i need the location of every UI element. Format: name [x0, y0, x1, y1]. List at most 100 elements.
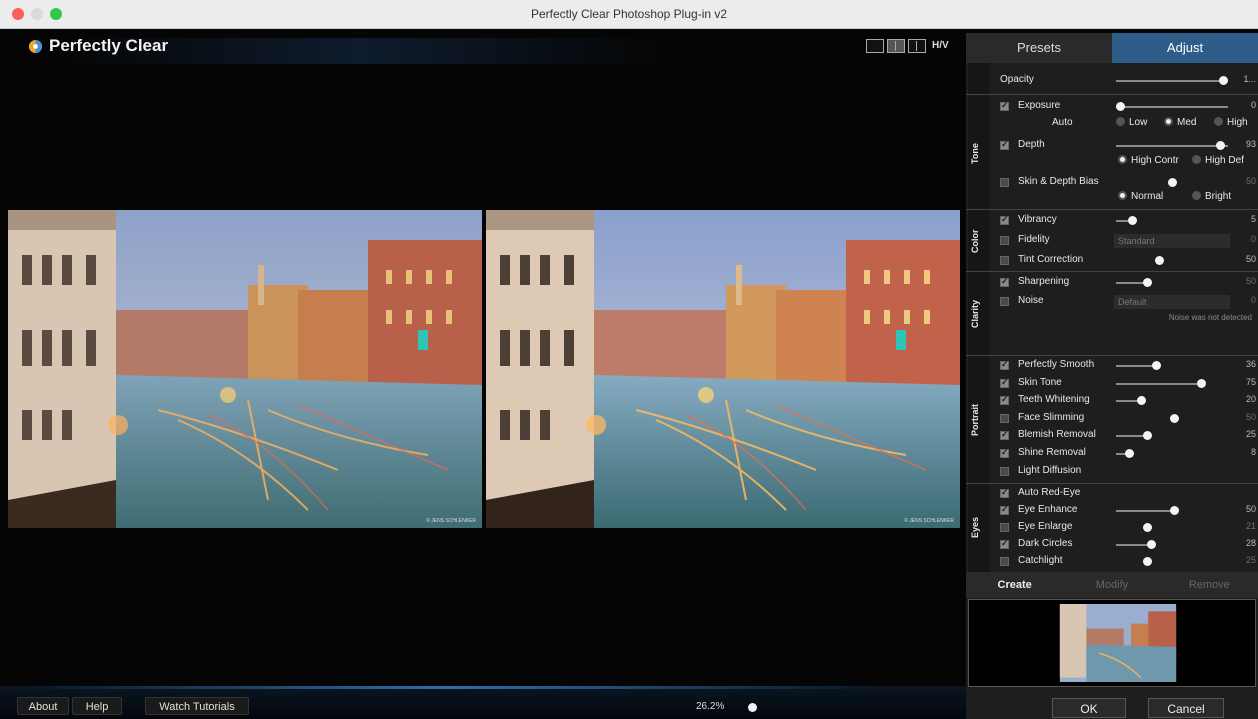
preview-box	[968, 599, 1256, 687]
face-slimming-row: Face Slimming 50	[992, 411, 1258, 427]
noise-checkbox[interactable]	[1000, 297, 1009, 306]
auto-label: Auto	[1052, 117, 1073, 128]
shine-removal-checkbox[interactable]	[1000, 447, 1009, 458]
eye-enhance-checkbox[interactable]	[1000, 504, 1009, 515]
sharpening-slider-knob[interactable]	[1143, 278, 1153, 287]
about-button[interactable]: About	[17, 697, 69, 715]
face-slimming-checkbox[interactable]	[1000, 413, 1009, 423]
shine-removal-slider-knob[interactable]	[1125, 449, 1135, 458]
shine-removal-label: Shine Removal	[1018, 447, 1086, 458]
tab-adjust[interactable]: Adjust	[1112, 33, 1258, 63]
single-view-button[interactable]	[866, 39, 884, 53]
bright-radio[interactable]: Bright	[1192, 191, 1231, 202]
dark-circles-checkbox[interactable]	[1000, 538, 1009, 549]
skin-depth-slider-track[interactable]	[1116, 182, 1228, 184]
auto-low-radio[interactable]: Low	[1116, 117, 1147, 128]
high-contr-radio[interactable]: High Contr	[1118, 155, 1179, 166]
sharpening-checkbox[interactable]	[1000, 276, 1009, 287]
brand-name: Perfectly Clear	[49, 36, 169, 55]
perfectly-smooth-slider-track[interactable]	[1116, 365, 1156, 367]
auto-red-eye-label: Auto Red-Eye	[1018, 487, 1081, 498]
window-title: Perfectly Clear Photoshop Plug-in v2	[530, 7, 728, 21]
exposure-slider-track[interactable]	[1116, 106, 1228, 108]
teeth-whitening-slider-knob[interactable]	[1136, 396, 1146, 406]
perfectly-smooth-row: Perfectly Smooth 36	[992, 358, 1258, 374]
normal-radio[interactable]: Normal	[1118, 191, 1163, 202]
cancel-button[interactable]: Cancel	[1148, 698, 1224, 718]
shine-removal-value: 8	[1250, 447, 1256, 457]
dark-circles-slider-track[interactable]	[1116, 544, 1151, 546]
opacity-value: 1...	[1243, 74, 1256, 84]
auto-med-radio[interactable]: Med	[1164, 117, 1196, 128]
skin-tone-checkbox[interactable]	[1000, 377, 1009, 388]
blemish-removal-slider-knob[interactable]	[1143, 431, 1153, 441]
face-slimming-slider-knob[interactable]	[1170, 413, 1180, 423]
skin-depth-value: 50	[1245, 176, 1256, 186]
eye-enlarge-row: Eye Enlarge 21	[992, 520, 1258, 536]
skin-mode-row: Normal Bright	[992, 190, 1258, 206]
skin-tone-slider-track[interactable]	[1116, 382, 1201, 385]
light-diffusion-row: Light Diffusion	[992, 464, 1258, 480]
catchlight-checkbox[interactable]	[1000, 557, 1009, 566]
remove-button[interactable]: Remove	[1161, 572, 1258, 598]
ok-button[interactable]: OK	[1052, 698, 1126, 718]
eye-enhance-slider-track[interactable]	[1116, 510, 1174, 512]
blemish-removal-slider-track[interactable]	[1116, 435, 1147, 438]
shine-removal-row: Shine Removal 8	[992, 446, 1258, 462]
tint-correction-slider-knob[interactable]	[1154, 256, 1164, 265]
preview-thumbnail	[1059, 604, 1177, 682]
depth-slider-track[interactable]	[1116, 145, 1228, 147]
noise-value: 0	[1250, 295, 1256, 305]
exposure-label: Exposure	[1018, 100, 1061, 111]
catchlight-slider-knob[interactable]	[1143, 557, 1153, 566]
eye-enhance-slider-knob[interactable]	[1170, 506, 1180, 515]
perfectly-smooth-slider-knob[interactable]	[1152, 361, 1162, 370]
depth-mode-row: High Contr High Def	[992, 154, 1258, 170]
blemish-removal-label: Blemish Removal	[1018, 429, 1096, 441]
vibrancy-slider-knob[interactable]	[1127, 216, 1137, 225]
auto-red-eye-checkbox[interactable]	[1000, 487, 1009, 498]
skin-depth-checkbox[interactable]	[1000, 178, 1009, 187]
catchlight-label: Catchlight	[1018, 555, 1063, 566]
noise-row: Noise Default 0	[992, 294, 1258, 310]
dark-circles-value: 28	[1245, 538, 1256, 548]
fidelity-label: Fidelity	[1018, 234, 1050, 245]
exposure-slider-knob[interactable]	[1116, 102, 1126, 111]
high-def-radio[interactable]: High Def	[1192, 155, 1244, 166]
create-button[interactable]: Create	[966, 572, 1063, 598]
tint-correction-value: 50	[1245, 254, 1256, 264]
fidelity-dropdown[interactable]: Standard	[1114, 234, 1230, 248]
panel-tabs: Presets Adjust	[966, 33, 1258, 63]
depth-slider-knob[interactable]	[1216, 141, 1226, 150]
noise-dropdown[interactable]: Default	[1114, 295, 1230, 309]
depth-checkbox[interactable]	[1000, 139, 1009, 150]
opacity-slider-track[interactable]	[1116, 80, 1228, 82]
dark-circles-slider-knob[interactable]	[1146, 540, 1156, 549]
profile-tabs: Create Modify Remove	[966, 572, 1258, 598]
zoom-level: 26.2%	[696, 701, 725, 712]
split-view-button[interactable]	[908, 39, 926, 53]
zoom-slider-knob[interactable]	[748, 703, 757, 712]
help-button[interactable]: Help	[72, 697, 122, 715]
vibrancy-checkbox[interactable]	[1000, 214, 1009, 225]
hv-toggle-button[interactable]: H/V	[932, 39, 949, 53]
auto-high-radio[interactable]: High	[1214, 117, 1248, 128]
depth-value: 93	[1245, 139, 1256, 149]
before-photo: © JENS SCHLENKER	[8, 210, 482, 528]
eye-enlarge-checkbox[interactable]	[1000, 523, 1009, 532]
exposure-checkbox[interactable]	[1000, 100, 1009, 111]
teeth-whitening-checkbox[interactable]	[1000, 394, 1009, 406]
opacity-slider-knob[interactable]	[1219, 76, 1228, 85]
light-diffusion-checkbox[interactable]	[1000, 466, 1009, 476]
modify-button[interactable]: Modify	[1063, 572, 1160, 598]
perfectly-smooth-checkbox[interactable]	[1000, 359, 1009, 370]
skin-tone-slider-knob[interactable]	[1197, 378, 1207, 388]
side-by-side-view-button[interactable]	[887, 39, 905, 53]
watch-tutorials-button[interactable]: Watch Tutorials	[145, 697, 249, 715]
tint-correction-checkbox[interactable]	[1000, 256, 1009, 265]
fidelity-checkbox[interactable]	[1000, 236, 1009, 245]
blemish-removal-checkbox[interactable]	[1000, 429, 1009, 441]
sharpening-slider-track[interactable]	[1116, 282, 1146, 284]
tab-presets[interactable]: Presets	[966, 33, 1112, 63]
eye-enlarge-slider-knob[interactable]	[1143, 523, 1153, 532]
